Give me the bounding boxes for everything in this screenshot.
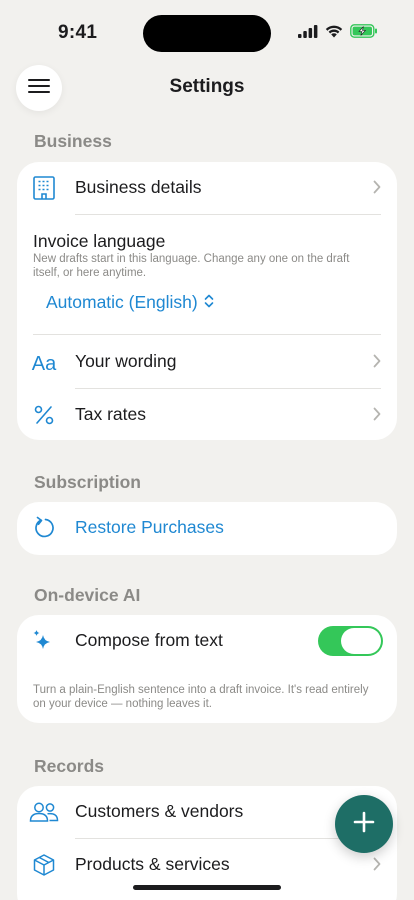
status-icons	[298, 24, 378, 43]
section-header-business: Business	[34, 131, 112, 151]
status-bar: 9:41	[0, 0, 414, 56]
people-icon	[29, 798, 59, 826]
home-indicator	[133, 885, 281, 890]
battery-charging-icon	[350, 24, 378, 43]
status-time: 9:41	[58, 22, 98, 43]
building-icon	[29, 174, 59, 202]
chevron-right-icon	[373, 354, 381, 373]
compose-from-text-row: Compose from text	[17, 615, 397, 667]
chevron-right-icon	[373, 407, 381, 426]
invoice-language-title: Invoice language	[33, 231, 166, 251]
invoice-language-description: New drafts start in this language. Chang…	[33, 253, 350, 279]
invoice-language-value: Automatic (English)	[46, 292, 198, 312]
wifi-icon	[325, 24, 343, 43]
section-header-ai: On-device AI	[34, 585, 141, 605]
restore-purchases-label: Restore Purchases	[75, 517, 224, 537]
cellular-signal-icon	[298, 24, 318, 43]
your-wording-label: Your wording	[75, 351, 177, 371]
tax-rates-label: Tax rates	[75, 404, 146, 424]
ai-card: Compose from text Turn a plain-English s…	[17, 615, 397, 723]
compose-toggle[interactable]	[318, 626, 383, 656]
invoice-language-picker[interactable]: Automatic (English)	[46, 292, 214, 313]
toggle-knob	[341, 628, 381, 654]
section-header-records: Records	[34, 756, 105, 776]
sparkles-icon	[29, 627, 59, 655]
dynamic-island	[143, 15, 271, 52]
records-card: Customers & vendors Products & services	[17, 786, 397, 900]
your-wording-row[interactable]: Aa Your wording	[17, 336, 397, 388]
chevron-right-icon	[373, 857, 381, 876]
compose-from-text-label: Compose from text	[75, 630, 223, 650]
restore-purchases-row[interactable]: Restore Purchases	[17, 502, 397, 554]
business-details-row[interactable]: Business details	[17, 162, 397, 214]
ai-description: Turn a plain-English sentence into a dra…	[33, 684, 369, 710]
text-format-icon: Aa	[31, 352, 57, 375]
tax-rates-row[interactable]: Tax rates	[17, 389, 397, 441]
business-card: Business details Invoice language New dr…	[17, 162, 397, 440]
add-button[interactable]	[335, 795, 393, 853]
divider	[33, 334, 381, 335]
chevron-up-down-icon	[204, 292, 214, 313]
products-services-label: Products & services	[75, 854, 230, 874]
subscription-card: Restore Purchases	[17, 502, 397, 555]
section-header-subscription: Subscription	[34, 472, 141, 492]
business-details-label: Business details	[75, 177, 202, 197]
box-icon	[29, 851, 59, 879]
page-title: Settings	[169, 76, 245, 97]
divider	[75, 214, 381, 215]
chevron-right-icon	[373, 180, 381, 199]
plus-icon	[353, 811, 375, 838]
customers-vendors-label: Customers & vendors	[75, 801, 244, 821]
products-services-row[interactable]: Products & services	[17, 839, 397, 891]
nav-bar: Settings	[0, 62, 414, 114]
percent-icon	[29, 401, 59, 429]
refresh-icon	[29, 514, 59, 542]
